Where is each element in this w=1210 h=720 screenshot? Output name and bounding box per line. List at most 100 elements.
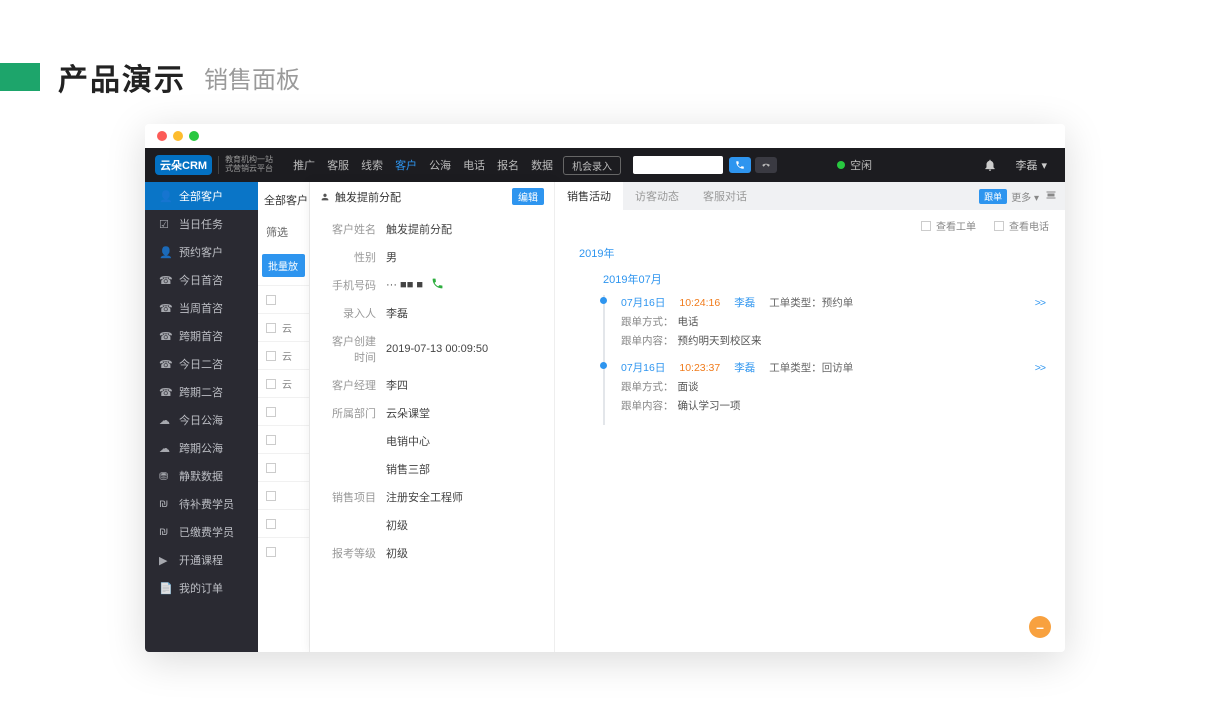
sidebar-item[interactable]: ☎ 当周首咨	[145, 294, 258, 322]
row-checkbox[interactable]	[266, 463, 276, 473]
minimize-fab[interactable]: –	[1029, 616, 1051, 638]
status-text: 空闲	[850, 157, 872, 173]
topnav-item[interactable]: 线索	[361, 157, 383, 173]
row-checkbox[interactable]	[266, 491, 276, 501]
edit-button[interactable]: 编辑	[512, 188, 544, 205]
row-checkbox[interactable]	[266, 379, 276, 389]
top-nav: 推广客服线索客户公海电话报名数据	[293, 157, 553, 173]
sidebar-item[interactable]: 📄我的订单	[145, 574, 258, 602]
opportunity-chip[interactable]: 机会录入	[563, 156, 621, 175]
detail-row: 销售项目注册安全工程师	[322, 483, 542, 511]
sidebar-item-icon: ☎	[159, 302, 171, 315]
sidebar-item-label: 我的订单	[179, 580, 223, 596]
field-value: 男	[386, 249, 397, 265]
row-checkbox[interactable]	[266, 295, 276, 305]
sidebar-item[interactable]: ☎跨期首咨	[145, 322, 258, 350]
sidebar-item[interactable]: ☎今日二咨	[145, 350, 258, 378]
hangup-icon[interactable]	[755, 157, 777, 173]
sidebar-item-icon: ☎	[159, 358, 171, 371]
activity-tab[interactable]: 访客动态	[623, 182, 691, 210]
sidebar-item-icon: ₪	[159, 498, 171, 510]
timeline-entry: 07月16日10:24:16李磊工单类型：预约单>>跟单方式：电话跟单内容：预约…	[603, 295, 1045, 360]
sidebar-item-label: 当日任务	[179, 216, 223, 232]
bulk-action-chip[interactable]: 批量放	[262, 254, 305, 277]
sidebar-item-icon: ☎	[159, 386, 171, 399]
list-row[interactable]: 云	[258, 341, 309, 369]
activity-tab[interactable]: 销售活动	[555, 182, 623, 210]
field-key: 性别	[322, 249, 386, 265]
list-row[interactable]: 云	[258, 369, 309, 397]
topnav-item[interactable]: 数据	[531, 157, 553, 173]
row-checkbox[interactable]	[266, 547, 276, 557]
list-row[interactable]	[258, 285, 309, 313]
brand-logo[interactable]: 云朵CRM 教育机构一站式营销云平台	[145, 148, 283, 182]
filter-label[interactable]: 筛选	[258, 218, 309, 246]
sidebar-item[interactable]: ☑当日任务	[145, 210, 258, 238]
sidebar-item[interactable]: ☁今日公海	[145, 406, 258, 434]
zoom-icon[interactable]	[189, 131, 199, 141]
sidebar-item[interactable]: ▶开通课程	[145, 546, 258, 574]
sidebar-item[interactable]: 👤预约客户	[145, 238, 258, 266]
check-phone[interactable]: 查看电话	[994, 218, 1049, 233]
sidebar-item[interactable]: 👤全部客户	[145, 182, 258, 210]
entry-line-key: 跟单内容：	[621, 398, 674, 413]
row-checkbox[interactable]	[266, 351, 276, 361]
minimize-icon[interactable]	[173, 131, 183, 141]
sidebar-item[interactable]: ₪已缴费学员	[145, 518, 258, 546]
detail-row: 录入人李磊	[322, 299, 542, 327]
sidebar-item-icon: ▶	[159, 554, 171, 567]
list-row[interactable]	[258, 397, 309, 425]
row-checkbox[interactable]	[266, 519, 276, 529]
field-key: 报考等级	[322, 545, 386, 561]
call-icon[interactable]	[729, 157, 751, 173]
topnav-item[interactable]: 推广	[293, 157, 315, 173]
sidebar-item-icon: ☁	[159, 414, 171, 427]
topnav-item[interactable]: 电话	[463, 157, 485, 173]
app-window: 云朵CRM 教育机构一站式营销云平台 推广客服线索客户公海电话报名数据 机会录入…	[145, 124, 1065, 652]
field-value: 注册安全工程师	[386, 489, 463, 505]
phone-icon[interactable]	[431, 277, 444, 293]
topnav-item[interactable]: 客户	[395, 157, 417, 173]
row-checkbox[interactable]	[266, 323, 276, 333]
entry-expand[interactable]: >>	[1035, 297, 1045, 309]
sidebar-item[interactable]: ☎跨期二咨	[145, 378, 258, 406]
list-row[interactable]	[258, 481, 309, 509]
list-row[interactable]	[258, 509, 309, 537]
list-row[interactable]	[258, 453, 309, 481]
list-row[interactable]: 云	[258, 313, 309, 341]
agent-status[interactable]: 空闲	[837, 157, 872, 173]
field-value: 2019-07-13 00:09:50	[386, 343, 488, 355]
sidebar-item[interactable]: ₪待补费学员	[145, 490, 258, 518]
sidebar-item-label: 跨期公海	[179, 440, 223, 456]
row-checkbox[interactable]	[266, 435, 276, 445]
current-user[interactable]: 李磊▾	[1015, 157, 1047, 173]
sidebar-item-label: 当周首咨	[179, 300, 223, 316]
topnav-item[interactable]: 客服	[327, 157, 349, 173]
topnav-item[interactable]: 公海	[429, 157, 451, 173]
field-key	[322, 461, 386, 477]
notification-bell[interactable]	[983, 158, 997, 172]
sidebar-item[interactable]: ☎今日首咨	[145, 266, 258, 294]
row-checkbox[interactable]	[266, 407, 276, 417]
followup-pill[interactable]: 跟单	[979, 189, 1007, 204]
timeline-entry: 07月16日10:23:37李磊工单类型：回访单>>跟单方式：面谈跟单内容：确认…	[603, 360, 1045, 425]
field-value: 李四	[386, 377, 408, 393]
entry-time: 10:24:16	[679, 297, 720, 309]
entry-user: 李磊	[734, 360, 755, 375]
entry-expand[interactable]: >>	[1035, 362, 1045, 374]
list-row[interactable]	[258, 425, 309, 453]
expand-icon[interactable]	[1045, 189, 1065, 204]
list-row[interactable]	[258, 537, 309, 565]
field-value: 初级	[386, 517, 408, 533]
check-ticket[interactable]: 查看工单	[921, 218, 976, 233]
search-input[interactable]	[633, 156, 723, 174]
topnav-item[interactable]: 报名	[497, 157, 519, 173]
sidebar-item[interactable]: ⛃静默数据	[145, 462, 258, 490]
more-menu[interactable]: 更多 ▾	[1011, 189, 1039, 204]
detail-row: 报考等级初级	[322, 539, 542, 567]
close-icon[interactable]	[157, 131, 167, 141]
entry-line-key: 跟单内容：	[621, 333, 674, 348]
entry-line-value: 面谈	[678, 379, 699, 394]
activity-tab[interactable]: 客服对话	[691, 182, 759, 210]
sidebar-item[interactable]: ☁跨期公海	[145, 434, 258, 462]
